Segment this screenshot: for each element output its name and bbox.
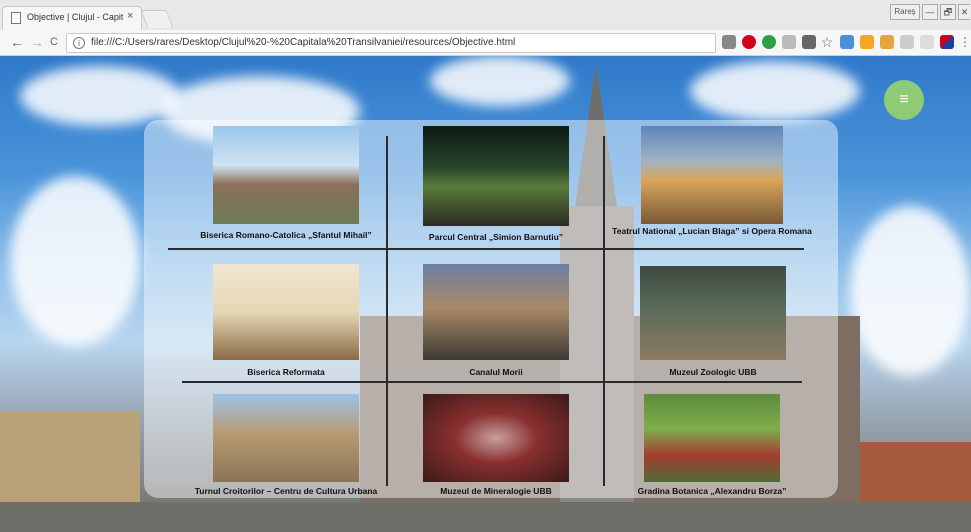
attraction-caption: Teatrul National „Lucian Blaga” si Opera… bbox=[612, 226, 812, 236]
page-icon bbox=[11, 12, 21, 24]
new-tab-button[interactable] bbox=[140, 10, 174, 28]
tab-close-icon[interactable]: × bbox=[127, 10, 133, 22]
mineral-photo bbox=[423, 394, 569, 482]
attraction-card[interactable]: Muzeul de Mineralogie UBB bbox=[423, 394, 569, 496]
browser-toolbar: ← → C i file:///C:/Users/rares/Desktop/C… bbox=[0, 30, 971, 56]
attraction-card[interactable]: Parcul Central „Simion Barnutiu” bbox=[423, 126, 569, 242]
extension-flag-icon[interactable] bbox=[940, 35, 954, 49]
attraction-caption: Gradina Botanica „Alexandru Borza” bbox=[637, 486, 787, 496]
grid-divider bbox=[603, 136, 605, 486]
extension-light-icon[interactable] bbox=[900, 35, 914, 49]
menu-dots-icon[interactable]: ⋮ bbox=[958, 35, 971, 49]
attraction-card[interactable]: Gradina Botanica „Alexandru Borza” bbox=[638, 394, 786, 496]
church-photo bbox=[213, 126, 359, 224]
info-icon[interactable]: i bbox=[73, 37, 85, 49]
theatre-photo bbox=[641, 126, 783, 224]
address-bar[interactable]: i file:///C:/Users/rares/Desktop/Clujul%… bbox=[66, 33, 716, 53]
attraction-caption: Muzeul de Mineralogie UBB bbox=[440, 486, 552, 496]
attraction-card[interactable]: Teatrul National „Lucian Blaga” si Opera… bbox=[612, 126, 812, 236]
tab-title: Objective | Clujul - Capita bbox=[27, 12, 123, 22]
menu-icon: ≡ bbox=[899, 91, 909, 108]
attraction-card[interactable]: Turnul Croitorilor – Centru de Cultura U… bbox=[195, 394, 377, 496]
back-icon[interactable]: ← bbox=[10, 34, 24, 50]
extension-yellow-icon[interactable] bbox=[880, 35, 894, 49]
browser-tab[interactable]: Objective | Clujul - Capita × bbox=[2, 6, 142, 30]
browser-tab-bar: Objective | Clujul - Capita × Rareș — 🗗 … bbox=[0, 0, 971, 30]
reload-icon[interactable]: C bbox=[50, 36, 58, 48]
url-text: file:///C:/Users/rares/Desktop/Clujul%20… bbox=[91, 37, 516, 48]
bookmark-star-icon[interactable]: ☆ bbox=[820, 35, 834, 49]
background-cloud bbox=[690, 61, 860, 121]
background-cloud bbox=[10, 176, 140, 346]
attraction-card[interactable]: Muzeul Zoologic UBB bbox=[640, 266, 786, 377]
opera-icon[interactable] bbox=[742, 35, 756, 49]
user-badge[interactable]: Rareș bbox=[890, 4, 920, 20]
background-cloud bbox=[850, 206, 970, 376]
extension-dark-icon[interactable] bbox=[802, 35, 816, 49]
garden-photo bbox=[644, 394, 780, 482]
extension-green-icon[interactable] bbox=[762, 35, 776, 49]
museum-photo bbox=[640, 266, 786, 360]
attraction-card[interactable]: Biserica Romano-Catolica „Sfantul Mihail… bbox=[200, 126, 372, 240]
grid-divider bbox=[182, 381, 802, 383]
tower-photo bbox=[213, 394, 359, 482]
extension-blue-icon[interactable] bbox=[840, 35, 854, 49]
grid-divider bbox=[168, 248, 804, 250]
forward-icon[interactable]: → bbox=[30, 34, 44, 50]
attraction-caption: Biserica Reformata bbox=[247, 367, 325, 377]
attraction-caption: Turnul Croitorilor – Centru de Cultura U… bbox=[194, 486, 378, 496]
attraction-caption: Muzeul Zoologic UBB bbox=[669, 367, 757, 377]
canal-photo bbox=[423, 264, 569, 360]
maximize-button[interactable]: 🗗 bbox=[940, 4, 956, 20]
extension-orange-icon[interactable] bbox=[860, 35, 874, 49]
background-square bbox=[0, 502, 971, 532]
attraction-caption: Canalul Morii bbox=[469, 367, 523, 377]
attraction-card[interactable]: Canalul Morii bbox=[423, 264, 569, 377]
park-photo bbox=[423, 126, 569, 226]
hamburger-menu-button[interactable]: ≡ bbox=[884, 80, 924, 120]
minimize-button[interactable]: — bbox=[922, 4, 938, 20]
attraction-caption: Biserica Romano-Catolica „Sfantul Mihail… bbox=[200, 230, 372, 240]
attraction-caption: Parcul Central „Simion Barnutiu” bbox=[428, 232, 564, 242]
background-cloud bbox=[430, 56, 570, 106]
translate-icon[interactable] bbox=[722, 35, 736, 49]
extension-grey-icon[interactable] bbox=[782, 35, 796, 49]
extension-pale-icon[interactable] bbox=[920, 35, 934, 49]
background-cloud bbox=[20, 66, 180, 126]
close-window-button[interactable]: ✕ bbox=[958, 4, 970, 20]
grid-divider bbox=[386, 136, 388, 486]
church-interior-photo bbox=[213, 264, 359, 360]
page-viewport: Biserica Romano-Catolica „Sfantul Mihail… bbox=[0, 56, 971, 532]
attraction-card[interactable]: Biserica Reformata bbox=[213, 264, 359, 377]
